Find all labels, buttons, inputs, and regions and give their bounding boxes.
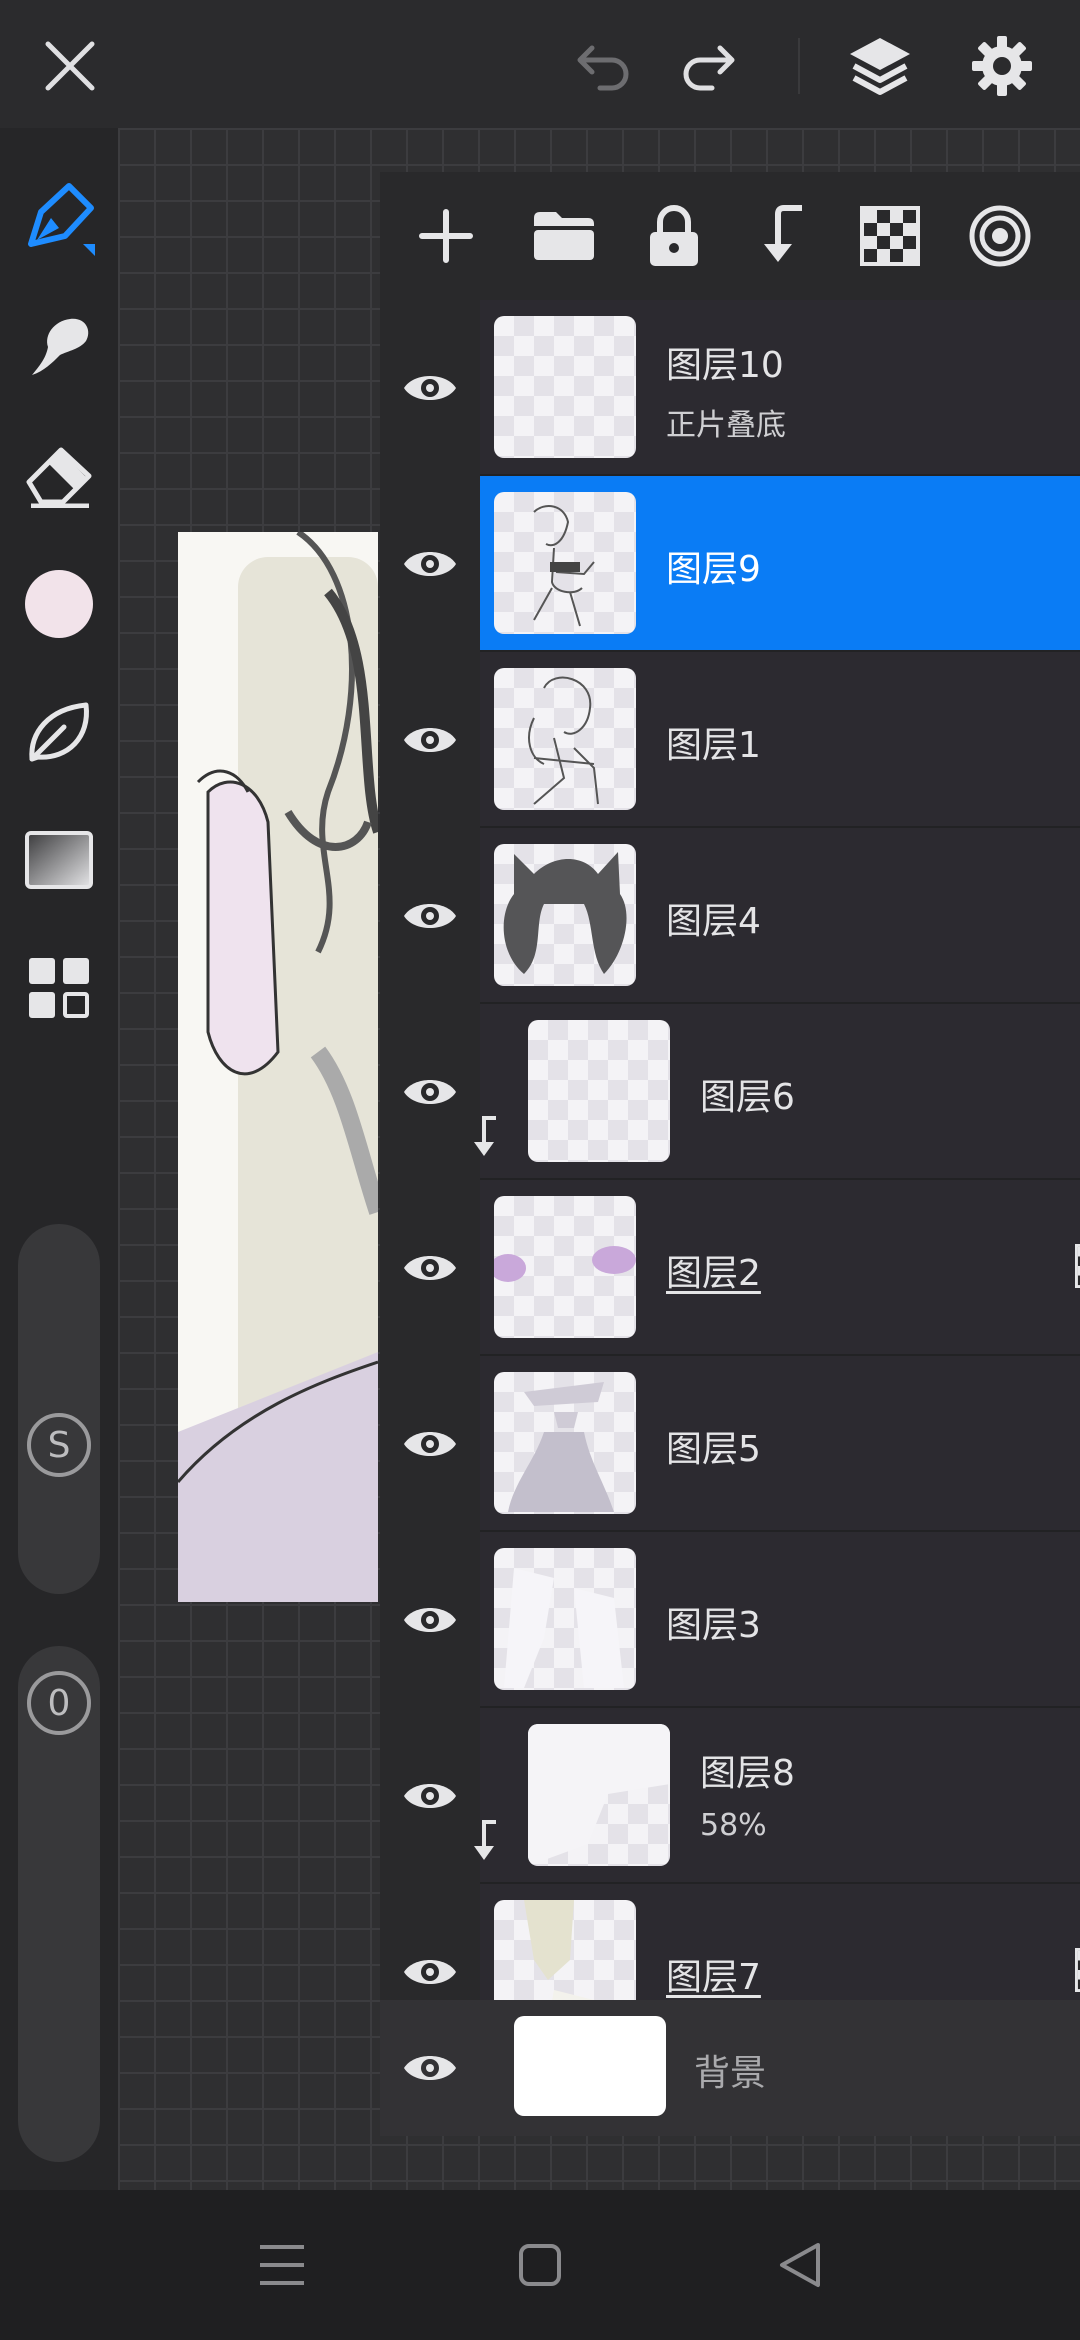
layer-thumbnail: [528, 1020, 670, 1162]
back-icon[interactable]: [770, 2235, 830, 2295]
system-nav-bar: [0, 2190, 1080, 2340]
layer-name: 图层4: [666, 901, 761, 942]
layer-name: 图层5: [666, 1429, 761, 1470]
home-icon[interactable]: [510, 2235, 570, 2295]
layer-row[interactable]: 图层4: [380, 828, 1080, 1004]
layer-row[interactable]: 图层8 58%: [380, 1708, 1080, 1884]
clipping-arrow-icon: [470, 1114, 500, 1162]
layer-name: 图层10: [666, 345, 784, 386]
layer-thumbnail: [494, 1372, 636, 1514]
gradient-icon[interactable]: [19, 820, 99, 900]
left-toolbar: S 0: [0, 128, 118, 2190]
layer-name: 图层3: [666, 1605, 761, 1646]
layer-row[interactable]: 图层5: [380, 1356, 1080, 1532]
clipping-arrow-icon: [470, 1818, 500, 1866]
toolbar-divider: [798, 38, 800, 94]
close-icon[interactable]: [28, 24, 112, 108]
alpha-lock-indicator-icon: [1075, 1948, 1080, 1996]
layer-name: 图层6: [700, 1077, 795, 1118]
layer-row[interactable]: 图层1: [380, 652, 1080, 828]
layer-row[interactable]: 图层6: [380, 1004, 1080, 1180]
layer-thumbnail: [494, 1900, 636, 2000]
layer-thumbnail: [494, 492, 636, 634]
merge-down-icon[interactable]: [744, 196, 824, 276]
pen-icon[interactable]: [19, 180, 99, 260]
eye-icon[interactable]: [380, 1884, 480, 2000]
layer-thumbnail: [494, 1196, 636, 1338]
blend-icon[interactable]: [960, 196, 1040, 276]
layers-icon[interactable]: [838, 24, 922, 108]
add-layer-icon[interactable]: [406, 196, 486, 276]
layer-panel-toolbar: [380, 172, 1080, 300]
folder-icon[interactable]: [524, 196, 604, 276]
eye-icon[interactable]: [380, 652, 480, 828]
eye-icon[interactable]: [380, 300, 480, 476]
layer-blend-mode: 正片叠底: [666, 408, 786, 443]
layer-row[interactable]: 图层7: [380, 1884, 1080, 2000]
layer-name: 图层9: [666, 549, 761, 590]
redo-icon[interactable]: [668, 24, 752, 108]
layer-name: 图层7: [666, 1957, 761, 1998]
layer-thumbnail: [494, 668, 636, 810]
eye-icon[interactable]: [380, 828, 480, 1004]
layer-panel: 图层10 正片叠底 图层9 图层1 图层4 图层6 图层2 图层5 图层3 图层…: [380, 172, 1080, 2136]
smudge-icon[interactable]: [19, 308, 99, 388]
undo-icon[interactable]: [560, 24, 644, 108]
layer-name: 图层1: [666, 725, 761, 766]
eye-icon[interactable]: [380, 1004, 480, 1180]
layer-thumbnail: [494, 844, 636, 986]
brush-size-slider[interactable]: S: [18, 1224, 100, 1594]
eye-icon[interactable]: [380, 1356, 480, 1532]
eye-icon[interactable]: [380, 1180, 480, 1356]
layer-row[interactable]: 图层9: [380, 476, 1080, 652]
menu-icon[interactable]: [252, 2235, 312, 2295]
layer-name: 图层2: [666, 1253, 761, 1294]
leaf-icon[interactable]: [19, 692, 99, 772]
layer-thumbnail: [494, 1548, 636, 1690]
eye-icon[interactable]: [380, 1532, 480, 1708]
size-slider-label: S: [27, 1413, 91, 1477]
layer-row[interactable]: 图层2: [380, 1180, 1080, 1356]
layer-list: 图层10 正片叠底 图层9 图层1 图层4 图层6 图层2 图层5 图层3 图层…: [380, 300, 1080, 2000]
opacity-slider-label: 0: [27, 1671, 91, 1735]
top-bar: [0, 0, 1080, 128]
eye-icon[interactable]: [380, 2000, 480, 2136]
eraser-icon[interactable]: [19, 436, 99, 516]
eye-icon[interactable]: [380, 1708, 480, 1884]
grid-menu-icon[interactable]: [19, 948, 99, 1028]
settings-icon[interactable]: [960, 24, 1044, 108]
layer-name: 图层8: [700, 1753, 795, 1794]
layer-opacity: 58%: [700, 1808, 767, 1843]
color-swatch[interactable]: [19, 564, 99, 644]
layer-thumbnail: [494, 316, 636, 458]
alpha-lock-icon[interactable]: [850, 196, 930, 276]
background-layer-row[interactable]: 背景: [380, 2000, 1080, 2136]
alpha-lock-indicator-icon: [1075, 1244, 1080, 1292]
artwork: [178, 532, 378, 1602]
background-thumbnail: [514, 2016, 666, 2116]
layer-row[interactable]: 图层10 正片叠底: [380, 300, 1080, 476]
opacity-slider[interactable]: 0: [18, 1646, 100, 2162]
layer-thumbnail: [528, 1724, 670, 1866]
background-layer-name: 背景: [694, 2053, 767, 2094]
lock-icon[interactable]: [634, 196, 714, 276]
eye-icon[interactable]: [380, 476, 480, 652]
layer-row[interactable]: 图层3: [380, 1532, 1080, 1708]
